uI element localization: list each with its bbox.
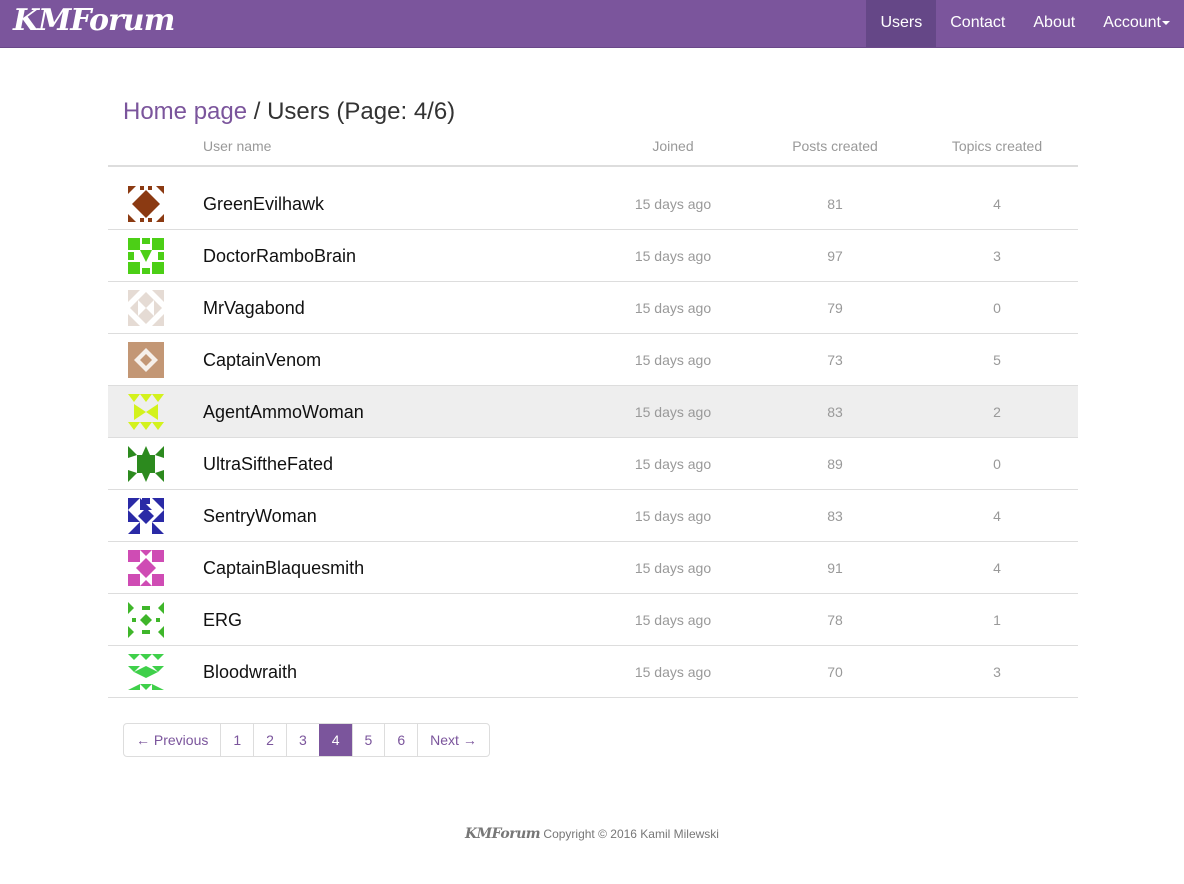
posts-created-cell: 91: [827, 560, 843, 576]
nav-item-account-label: Account: [1103, 14, 1161, 31]
breadcrumb-home-link[interactable]: Home page: [123, 98, 247, 125]
avatar[interactable]: [128, 498, 164, 534]
posts-created-cell: 78: [827, 612, 843, 628]
pagination-next[interactable]: Next →: [417, 724, 489, 756]
table-row: MrVagabond 15 days ago 79 0: [108, 282, 1078, 334]
user-name-link[interactable]: SentryWoman: [203, 506, 317, 527]
joined-cell: 15 days ago: [634, 248, 712, 264]
header-joined: Joined: [652, 138, 694, 154]
user-name-link[interactable]: ERG: [203, 610, 242, 631]
pagination-page-3[interactable]: 3: [285, 724, 319, 756]
breadcrumb: Home page / Users (Page: 4/6): [123, 98, 455, 126]
posts-created-cell: 81: [827, 196, 843, 212]
posts-created-cell: 79: [827, 300, 843, 316]
avatar[interactable]: [128, 394, 164, 430]
table-row: GreenEvilhawk 15 days ago 81 4: [108, 178, 1078, 230]
avatar[interactable]: [128, 550, 164, 586]
breadcrumb-separator: /: [247, 98, 268, 125]
footer: KMForum Copyright © 2016 Kamil Milewski: [0, 826, 1184, 842]
avatar[interactable]: [128, 654, 164, 690]
footer-copyright: Copyright © 2016 Kamil Milewski: [543, 827, 719, 841]
user-name-link[interactable]: CaptainVenom: [203, 350, 321, 371]
table-row: UltraSiftheFated 15 days ago 89 0: [108, 438, 1078, 490]
pagination-page-5[interactable]: 5: [351, 724, 385, 756]
joined-cell: 15 days ago: [634, 508, 712, 524]
topics-created-cell: 4: [993, 196, 1001, 212]
posts-created-cell: 89: [827, 456, 843, 472]
nav-menu: Users Contact About Account: [866, 0, 1184, 47]
joined-cell: 15 days ago: [634, 196, 712, 212]
posts-created-cell: 83: [827, 404, 843, 420]
table-row: ERG 15 days ago 78 1: [108, 594, 1078, 646]
user-name-link[interactable]: Bloodwraith: [203, 662, 297, 683]
posts-created-cell: 70: [827, 664, 843, 680]
avatar[interactable]: [128, 238, 164, 274]
nav-item-users[interactable]: Users: [866, 0, 937, 47]
topics-created-cell: 0: [993, 300, 1001, 316]
user-name-link[interactable]: UltraSiftheFated: [203, 454, 333, 475]
joined-cell: 15 days ago: [634, 404, 712, 420]
avatar[interactable]: [128, 290, 164, 326]
pagination-page-1[interactable]: 1: [220, 724, 253, 756]
joined-cell: 15 days ago: [634, 456, 712, 472]
joined-cell: 15 days ago: [634, 300, 712, 316]
topics-created-cell: 3: [993, 248, 1001, 264]
nav-item-account[interactable]: Account: [1089, 0, 1184, 47]
user-name-link[interactable]: GreenEvilhawk: [203, 194, 324, 215]
table-row: CaptainBlaquesmith 15 days ago 91 4: [108, 542, 1078, 594]
joined-cell: 15 days ago: [634, 560, 712, 576]
joined-cell: 15 days ago: [634, 352, 712, 368]
navbar: KMForum Users Contact About Account: [0, 0, 1184, 48]
table-row: AgentAmmoWoman 15 days ago 83 2: [108, 386, 1078, 438]
footer-brand: KMForum: [465, 826, 541, 842]
user-name-link[interactable]: DoctorRamboBrain: [203, 246, 356, 267]
nav-item-about[interactable]: About: [1019, 0, 1089, 47]
table-row: CaptainVenom 15 days ago 73 5: [108, 334, 1078, 386]
table-body: GreenEvilhawk 15 days ago 81 4 DoctorRamboBr…: [108, 178, 1078, 698]
nav-item-contact[interactable]: Contact: [936, 0, 1019, 47]
table-header: User name Joined Posts created Topics cr…: [108, 128, 1078, 167]
topics-created-cell: 0: [993, 456, 1001, 472]
table-row: Bloodwraith 15 days ago 70 3: [108, 646, 1078, 698]
topics-created-cell: 5: [993, 352, 1001, 368]
user-name-link[interactable]: CaptainBlaquesmith: [203, 558, 364, 579]
header-topics-created: Topics created: [951, 138, 1043, 154]
header-posts-created: Posts created: [792, 138, 878, 154]
posts-created-cell: 73: [827, 352, 843, 368]
caret-down-icon: [1162, 20, 1170, 25]
avatar[interactable]: [128, 446, 164, 482]
pagination: ← Previous 1 2 3 4 5 6 Next →: [123, 723, 490, 757]
table-row: DoctorRamboBrain 15 days ago 97 3: [108, 230, 1078, 282]
brand-logo[interactable]: KMForum: [13, 3, 175, 38]
user-name-link[interactable]: AgentAmmoWoman: [203, 402, 364, 423]
table-row: SentryWoman 15 days ago 83 4: [108, 490, 1078, 542]
pagination-previous[interactable]: ← Previous: [124, 724, 220, 756]
avatar[interactable]: [128, 342, 164, 378]
pagination-page-2[interactable]: 2: [253, 724, 286, 756]
posts-created-cell: 97: [827, 248, 843, 264]
topics-created-cell: 1: [993, 612, 1001, 628]
topics-created-cell: 3: [993, 664, 1001, 680]
avatar[interactable]: [128, 186, 164, 222]
topics-created-cell: 4: [993, 560, 1001, 576]
posts-created-cell: 83: [827, 508, 843, 524]
topics-created-cell: 2: [993, 404, 1001, 420]
avatar[interactable]: [128, 602, 164, 638]
page-title: Users (Page: 4/6): [267, 98, 456, 125]
users-table: User name Joined Posts created Topics cr…: [108, 128, 1078, 698]
topics-created-cell: 4: [993, 508, 1001, 524]
user-name-link[interactable]: MrVagabond: [203, 298, 305, 319]
pagination-page-4[interactable]: 4: [318, 724, 352, 756]
pagination-page-6[interactable]: 6: [384, 724, 417, 756]
joined-cell: 15 days ago: [634, 664, 712, 680]
header-user-name: User name: [203, 138, 272, 154]
joined-cell: 15 days ago: [634, 612, 712, 628]
